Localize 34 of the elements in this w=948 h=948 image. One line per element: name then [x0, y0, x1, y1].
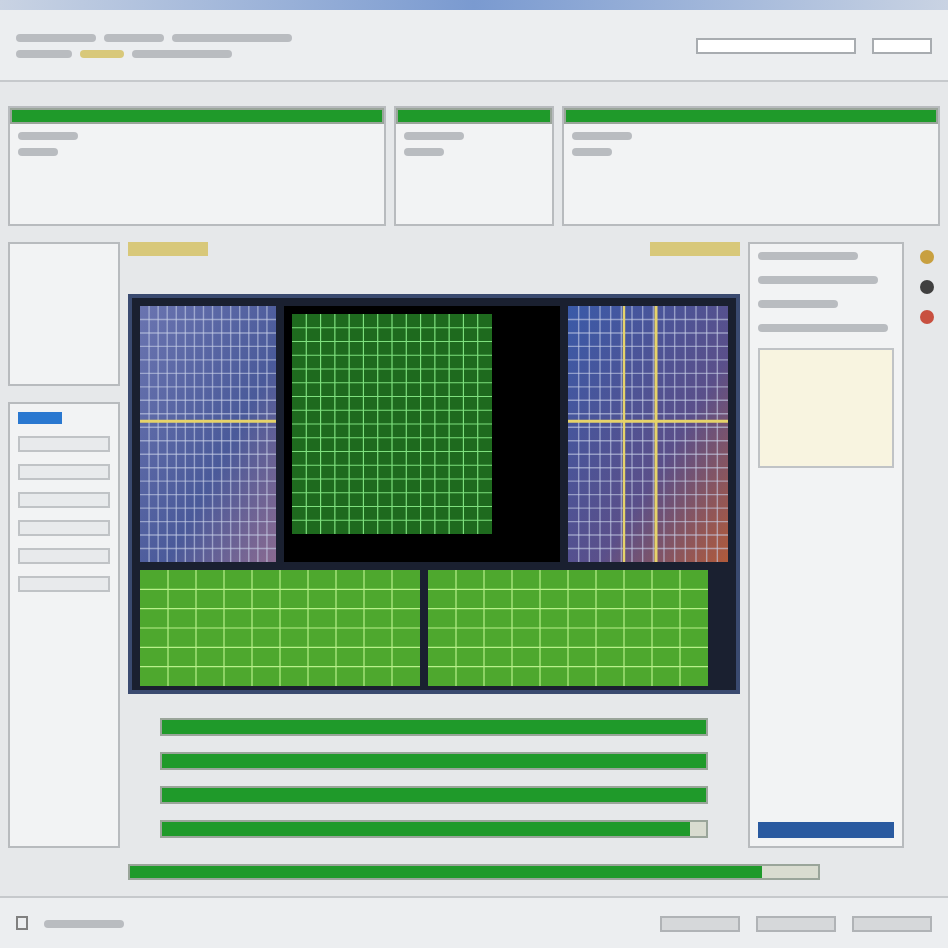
blurred-label [572, 148, 612, 156]
blurred-label [80, 49, 124, 57]
list-item[interactable] [18, 520, 110, 536]
blurred-label [758, 324, 888, 332]
blurred-label [404, 132, 464, 140]
list-item[interactable] [18, 436, 110, 452]
tag [128, 242, 208, 256]
footer-button[interactable] [756, 915, 836, 931]
action-button[interactable] [758, 822, 894, 838]
side-panel [8, 242, 120, 386]
blurred-label [404, 148, 444, 156]
blurred-label [104, 33, 164, 41]
blurred-label [18, 148, 58, 156]
blurred-label [758, 252, 858, 260]
dropdown[interactable] [872, 37, 932, 53]
notes-box [758, 348, 894, 468]
blurred-label [16, 33, 96, 41]
footer-button[interactable] [852, 915, 932, 931]
footer-button[interactable] [660, 915, 740, 931]
blurred-label [758, 276, 878, 284]
blurred-label [572, 132, 632, 140]
list-item[interactable] [18, 464, 110, 480]
blurred-label [18, 132, 78, 140]
blurred-label [758, 300, 838, 308]
blurred-label [44, 919, 124, 927]
tag [650, 242, 740, 256]
blurred-label [172, 33, 292, 41]
list-item[interactable] [18, 492, 110, 508]
blurred-label [132, 49, 232, 57]
list-item[interactable] [18, 576, 110, 592]
search-field[interactable] [696, 37, 856, 53]
blurred-label [16, 49, 72, 57]
list-item[interactable] [18, 548, 110, 564]
action-button[interactable] [18, 412, 62, 424]
